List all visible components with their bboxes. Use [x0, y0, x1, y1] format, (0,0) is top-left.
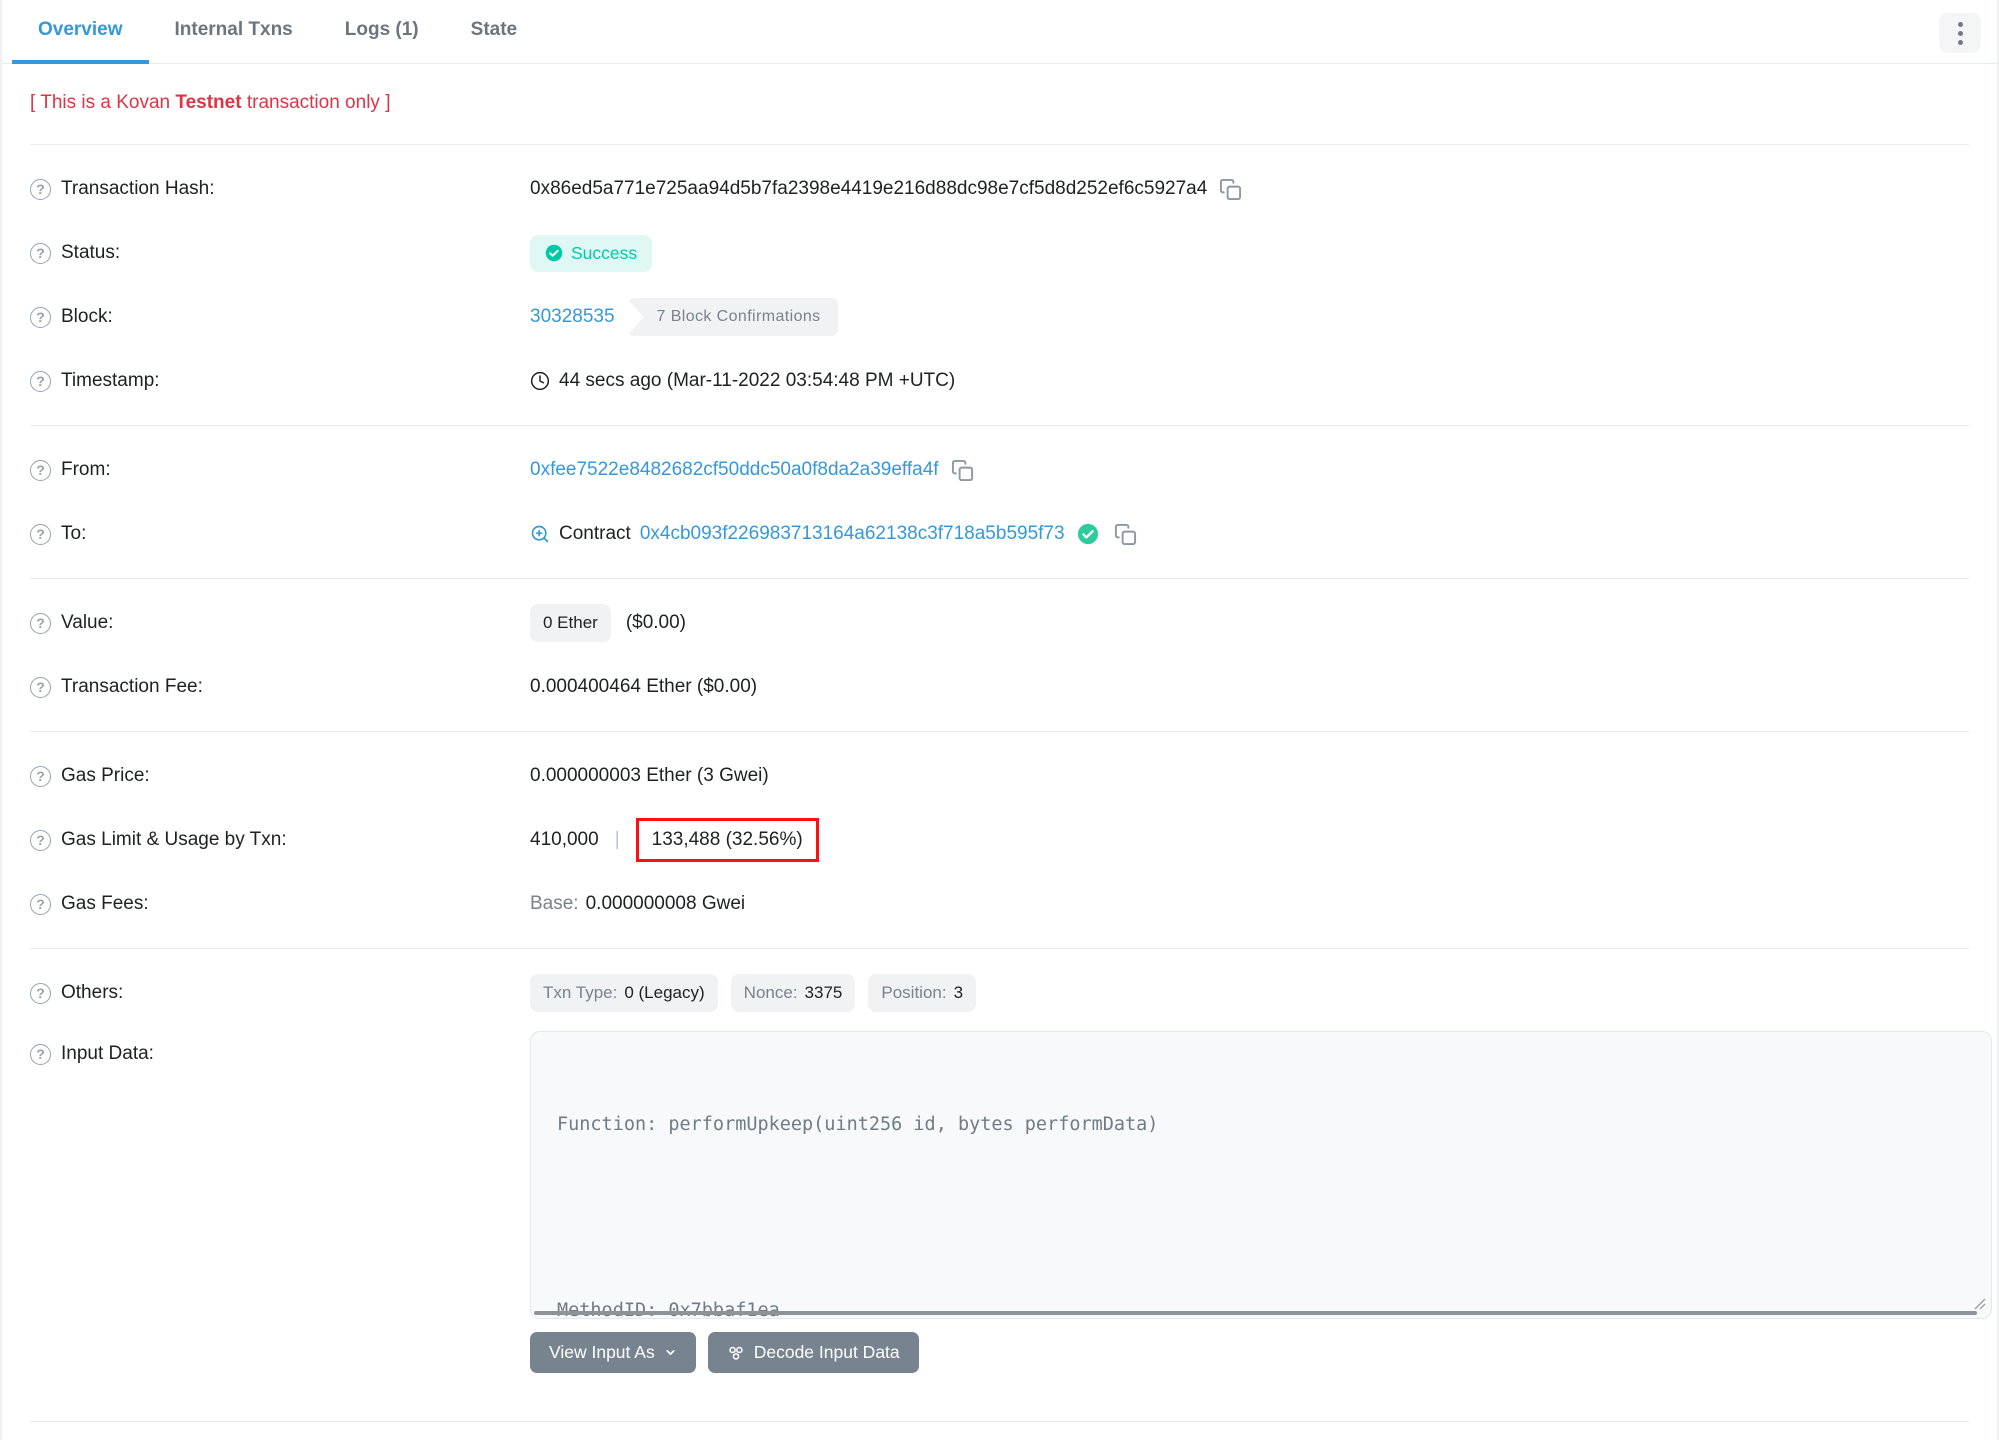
- help-icon: ?: [30, 829, 51, 851]
- chevron-down-icon: [666, 1350, 675, 1355]
- transaction-hash-label: Transaction Hash:: [61, 178, 215, 199]
- to-address-link[interactable]: 0x4cb093f226983713164a62138c3f718a5b595f…: [640, 523, 1065, 545]
- to-contract-prefix: Contract: [559, 523, 631, 544]
- transaction-detail-card: Overview Internal Txns Logs (1) State [ …: [0, 0, 1999, 1440]
- verified-badge-icon: [1077, 523, 1098, 545]
- gas-price-label: Gas Price:: [61, 765, 150, 786]
- from-address-link[interactable]: 0xfee7522e8482682cf50ddc50a0f8da2a39effa…: [530, 459, 939, 481]
- transaction-fee-label: Transaction Fee:: [61, 676, 203, 697]
- row-others: ? Others: Txn Type: 0 (Legacy) Nonce: 33…: [30, 961, 1969, 1025]
- help-icon: ?: [30, 893, 51, 915]
- gas-fees-label: Gas Fees:: [61, 893, 149, 914]
- block-number-link[interactable]: 30328535: [530, 306, 615, 328]
- clock-icon: [530, 371, 550, 391]
- tab-internal-txns[interactable]: Internal Txns: [149, 0, 319, 64]
- help-icon: ?: [30, 242, 51, 264]
- row-gas-fees: ? Gas Fees: Base: 0.000000008 Gwei: [30, 872, 1969, 936]
- more-options-button[interactable]: [1939, 13, 1981, 53]
- decode-input-data-button[interactable]: Decode Input Data: [707, 1332, 919, 1373]
- timestamp-label: Timestamp:: [61, 370, 160, 391]
- resize-grip-icon[interactable]: [1971, 1295, 1986, 1310]
- gas-limit-usage-label: Gas Limit & Usage by Txn:: [61, 829, 287, 850]
- base-fee-label: Base:: [530, 893, 579, 914]
- transaction-fee-value: 0.000400464 Ether ($0.00): [530, 676, 758, 697]
- row-status: ? Status: Success: [30, 221, 1969, 285]
- block-label: Block:: [61, 306, 113, 327]
- help-icon: ?: [30, 370, 51, 392]
- decode-icon: [729, 1346, 743, 1360]
- nonce-badge: Nonce: 3375: [730, 974, 856, 1012]
- zoom-in-icon[interactable]: [530, 524, 550, 544]
- base-fee-value: 0.000000008 Gwei: [585, 893, 746, 914]
- gas-price-value: 0.000000003 Ether (3 Gwei): [530, 765, 769, 786]
- status-badge: Success: [530, 234, 653, 272]
- help-icon: ?: [30, 306, 51, 328]
- status-label: Status:: [61, 242, 121, 263]
- row-transaction-hash: ? Transaction Hash: 0x86ed5a771e725aa94d…: [30, 157, 1969, 221]
- copy-icon[interactable]: [1219, 178, 1242, 201]
- separator: |: [614, 829, 620, 850]
- row-from: ? From: 0xfee7522e8482682cf50ddc50a0f8da…: [30, 438, 1969, 502]
- tab-overview[interactable]: Overview: [12, 0, 149, 64]
- help-icon: ?: [30, 178, 51, 200]
- input-methodid-line: MethodID: 0x7bbaf1ea: [557, 1300, 780, 1319]
- gas-usage-value: 133,488 (32.56%): [651, 829, 803, 850]
- divider: [30, 1421, 1969, 1422]
- help-icon: ?: [30, 765, 51, 787]
- input-function-line: Function: performUpkeep(uint256 id, byte…: [557, 1114, 1159, 1135]
- ether-value-badge: 0 Ether: [530, 604, 611, 642]
- value-usd: ($0.00): [625, 612, 687, 633]
- txn-type-badge: Txn Type: 0 (Legacy): [530, 974, 718, 1012]
- from-label: From:: [61, 459, 111, 480]
- timestamp-value: 44 secs ago (Mar-11-2022 03:54:48 PM +UT…: [559, 370, 956, 391]
- value-label: Value:: [61, 612, 114, 633]
- position-badge: Position: 3: [868, 974, 977, 1012]
- view-input-as-button[interactable]: View Input As: [530, 1332, 696, 1373]
- help-icon: ?: [30, 612, 51, 634]
- row-block: ? Block: 30328535 7 Block Confirmations: [30, 285, 1969, 349]
- tab-logs[interactable]: Logs (1): [319, 0, 445, 64]
- testnet-warning: [ This is a Kovan Testnet transaction on…: [30, 92, 391, 113]
- help-icon: ?: [30, 523, 51, 545]
- help-icon: ?: [30, 459, 51, 481]
- row-to: ? To: Contract 0x4cb093f226983713164a621…: [30, 502, 1969, 566]
- row-timestamp: ? Timestamp: 44 secs ago (Mar-11-2022 03…: [30, 349, 1969, 413]
- horizontal-scrollbar[interactable]: [534, 1311, 1977, 1315]
- row-input-data: ? Input Data: Function: performUpkeep(ui…: [30, 1031, 1992, 1373]
- row-gas-limit-usage: ? Gas Limit & Usage by Txn: 410,000 | 13…: [30, 808, 1969, 872]
- help-icon: ?: [30, 1043, 51, 1065]
- row-value: ? Value: 0 Ether ($0.00): [30, 591, 1969, 655]
- row-transaction-fee: ? Transaction Fee: 0.000400464 Ether ($0…: [30, 655, 1969, 719]
- copy-icon[interactable]: [1114, 523, 1137, 546]
- help-icon: ?: [30, 982, 51, 1004]
- others-label: Others:: [61, 982, 124, 1003]
- tab-state[interactable]: State: [445, 0, 543, 64]
- gas-limit-value: 410,000: [530, 829, 599, 850]
- gas-usage-highlight-box: 133,488 (32.56%): [635, 818, 819, 862]
- help-icon: ?: [30, 676, 51, 698]
- transaction-hash-value: 0x86ed5a771e725aa94d5b7fa2398e4419e216d8…: [530, 178, 1208, 199]
- to-label: To:: [61, 523, 87, 544]
- row-gas-price: ? Gas Price: 0.000000003 Ether (3 Gwei): [30, 744, 1969, 808]
- check-circle-icon: [545, 244, 563, 262]
- input-data-label: Input Data:: [61, 1043, 154, 1064]
- block-confirmations-badge: 7 Block Confirmations: [626, 298, 839, 336]
- input-data-textarea[interactable]: Function: performUpkeep(uint256 id, byte…: [530, 1031, 1992, 1319]
- tab-bar: Overview Internal Txns Logs (1) State: [2, 0, 1997, 64]
- kebab-icon: [1957, 21, 1963, 45]
- copy-icon[interactable]: [951, 459, 974, 482]
